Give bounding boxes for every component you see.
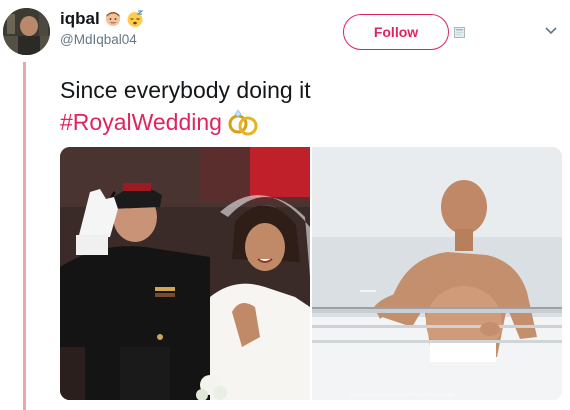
royal-couple-photo[interactable] <box>60 147 310 400</box>
tweet-line-1: Since everybody doing it <box>60 77 311 103</box>
tweet-text: Since everybody doing it #RoyalWedding <box>60 74 311 138</box>
man-emoji-icon <box>104 10 122 28</box>
user-info: iqbal @MdIqbal04 <box>60 9 144 47</box>
photo-credit: © Ross Kinnaird/Getty Images; ©FAST/Cele… <box>349 392 454 397</box>
avatar[interactable] <box>3 8 50 55</box>
display-name[interactable]: iqbal <box>60 9 100 29</box>
user-handle[interactable]: @MdIqbal04 <box>60 32 144 47</box>
hashtag-line: #RoyalWedding <box>60 106 311 138</box>
hashtag-link[interactable]: #RoyalWedding <box>60 106 222 138</box>
shirtless-man-balcony-photo[interactable]: © Ross Kinnaird/Getty Images; ©FAST/Cele… <box>312 147 562 400</box>
media-grid: © Ross Kinnaird/Getty Images; ©FAST/Cele… <box>60 147 562 400</box>
chevron-down-icon[interactable] <box>544 26 558 36</box>
thread-line <box>23 62 26 410</box>
rings-icon <box>226 106 260 138</box>
follow-button[interactable]: Follow <box>343 14 449 50</box>
follow-suggestion-icon <box>454 27 465 38</box>
display-name-row[interactable]: iqbal <box>60 9 144 29</box>
sleepy-face-emoji-icon <box>126 10 144 28</box>
